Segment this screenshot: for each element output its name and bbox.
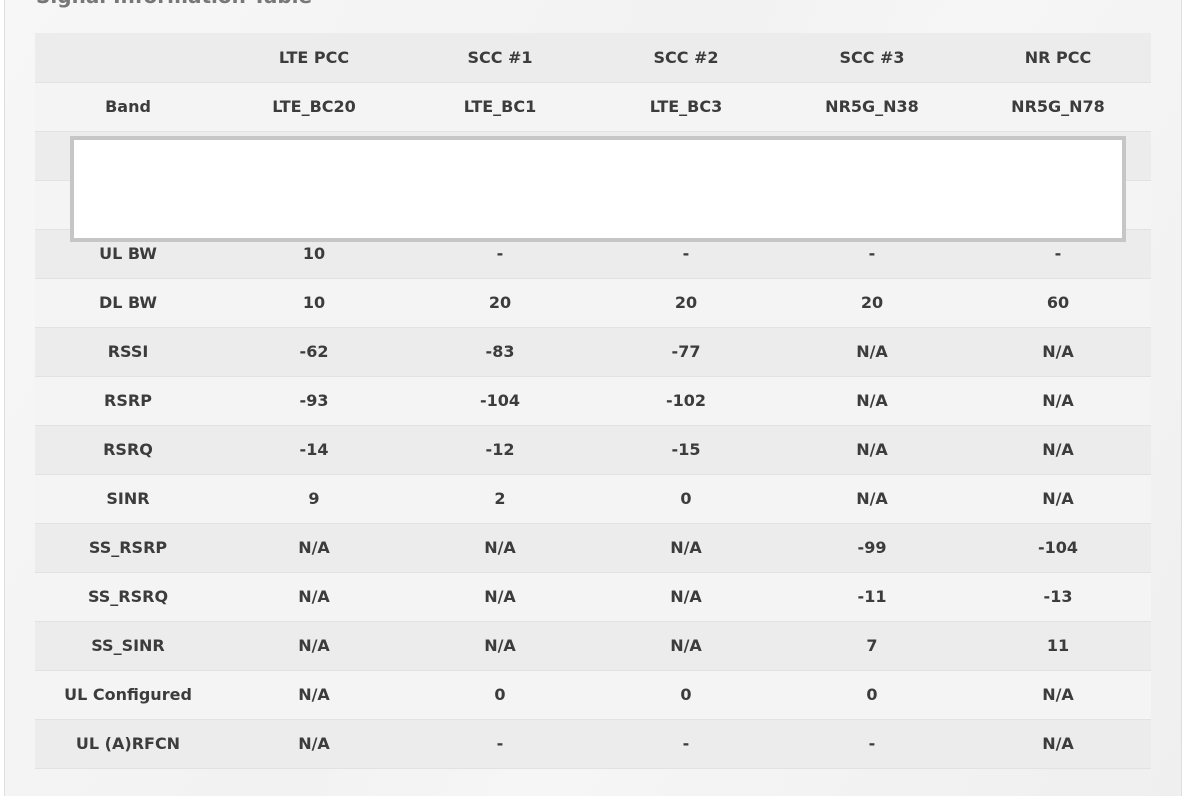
table-row: UL Configured N/A 0 0 0 N/A	[35, 670, 1151, 720]
row-label: SS_SINR	[35, 621, 221, 671]
table-cell: N/A	[593, 621, 779, 671]
table-cell: NR5G_N78	[965, 82, 1151, 132]
table-cell: N/A	[407, 572, 593, 622]
table-cell: N/A	[779, 474, 965, 524]
header-cell-scc3: SCC #3	[779, 33, 965, 83]
row-label: UL Configured	[35, 670, 221, 720]
table-row: Band LTE_BC20 LTE_BC1 LTE_BC3 NR5G_N38 NR5G_N…	[35, 82, 1151, 132]
row-label: RSRQ	[35, 425, 221, 475]
table-cell: N/A	[593, 523, 779, 573]
table-cell: -	[593, 719, 779, 769]
table-cell: N/A	[779, 327, 965, 377]
table-cell: -83	[407, 327, 593, 377]
table-cell: N/A	[221, 523, 407, 573]
table-row: RSSI -62 -83 -77 N/A N/A	[35, 327, 1151, 377]
table-row: SINR 9 2 0 N/A N/A	[35, 474, 1151, 524]
table-cell: -77	[593, 327, 779, 377]
table-cell: N/A	[221, 670, 407, 720]
row-label: RSSI	[35, 327, 221, 377]
table-cell: N/A	[779, 425, 965, 475]
table-cell: -104	[407, 376, 593, 426]
table-cell: -13	[965, 572, 1151, 622]
table-row: RSRP -93 -104 -102 N/A N/A	[35, 376, 1151, 426]
header-cell-nr-pcc: NR PCC	[965, 33, 1151, 83]
table-cell: N/A	[593, 572, 779, 622]
header-cell-scc1: SCC #1	[407, 33, 593, 83]
header-cell-scc2: SCC #2	[593, 33, 779, 83]
table-cell: 0	[407, 670, 593, 720]
table-row: SS_RSRQ N/A N/A N/A -11 -13	[35, 572, 1151, 622]
table-cell: LTE_BC20	[221, 82, 407, 132]
table-cell: 9	[221, 474, 407, 524]
table-cell: N/A	[965, 425, 1151, 475]
table-cell: 0	[593, 474, 779, 524]
table-cell: NR5G_N38	[779, 82, 965, 132]
table-cell: 10	[221, 278, 407, 328]
table-cell: N/A	[221, 572, 407, 622]
table-row: RSRQ -14 -12 -15 N/A N/A	[35, 425, 1151, 475]
table-cell: -11	[779, 572, 965, 622]
table-cell: -14	[221, 425, 407, 475]
row-label: RSRP	[35, 376, 221, 426]
table-row: SS_RSRP N/A N/A N/A -99 -104	[35, 523, 1151, 573]
table-cell: 60	[965, 278, 1151, 328]
section-title: Signal Information Table	[36, 0, 312, 8]
table-cell: N/A	[965, 327, 1151, 377]
table-cell: -12	[407, 425, 593, 475]
table-cell: N/A	[221, 621, 407, 671]
table-cell: 2	[407, 474, 593, 524]
row-label: SS_RSRP	[35, 523, 221, 573]
table-cell: LTE_BC1	[407, 82, 593, 132]
table-cell: N/A	[965, 670, 1151, 720]
redaction-overlay	[70, 136, 1126, 242]
table-cell: -99	[779, 523, 965, 573]
row-label: SINR	[35, 474, 221, 524]
table-header-row: LTE PCC SCC #1 SCC #2 SCC #3 NR PCC	[35, 33, 1151, 83]
header-cell-lte-pcc: LTE PCC	[221, 33, 407, 83]
table-cell: -	[779, 719, 965, 769]
table-row: DL BW 10 20 20 20 60	[35, 278, 1151, 328]
row-label: Band	[35, 82, 221, 132]
table-cell: N/A	[965, 719, 1151, 769]
table-cell: 0	[593, 670, 779, 720]
row-label: DL BW	[35, 278, 221, 328]
table-cell: -104	[965, 523, 1151, 573]
table-cell: N/A	[779, 376, 965, 426]
table-cell: 0	[779, 670, 965, 720]
table-cell: -15	[593, 425, 779, 475]
table-cell: 20	[593, 278, 779, 328]
table-cell: 20	[407, 278, 593, 328]
table-cell: -102	[593, 376, 779, 426]
row-label: UL (A)RFCN	[35, 719, 221, 769]
table-row: SS_SINR N/A N/A N/A 7 11	[35, 621, 1151, 671]
table-cell: 11	[965, 621, 1151, 671]
table-cell: 20	[779, 278, 965, 328]
row-label: SS_RSRQ	[35, 572, 221, 622]
table-cell: N/A	[407, 621, 593, 671]
table-cell: -	[407, 719, 593, 769]
table-cell: -62	[221, 327, 407, 377]
table-cell: N/A	[965, 474, 1151, 524]
table-cell: -93	[221, 376, 407, 426]
header-cell-blank	[35, 33, 221, 83]
table-cell: N/A	[965, 376, 1151, 426]
table-cell: N/A	[407, 523, 593, 573]
table-cell: 7	[779, 621, 965, 671]
table-cell: N/A	[221, 719, 407, 769]
table-cell: LTE_BC3	[593, 82, 779, 132]
table-row: UL (A)RFCN N/A - - - N/A	[35, 719, 1151, 769]
